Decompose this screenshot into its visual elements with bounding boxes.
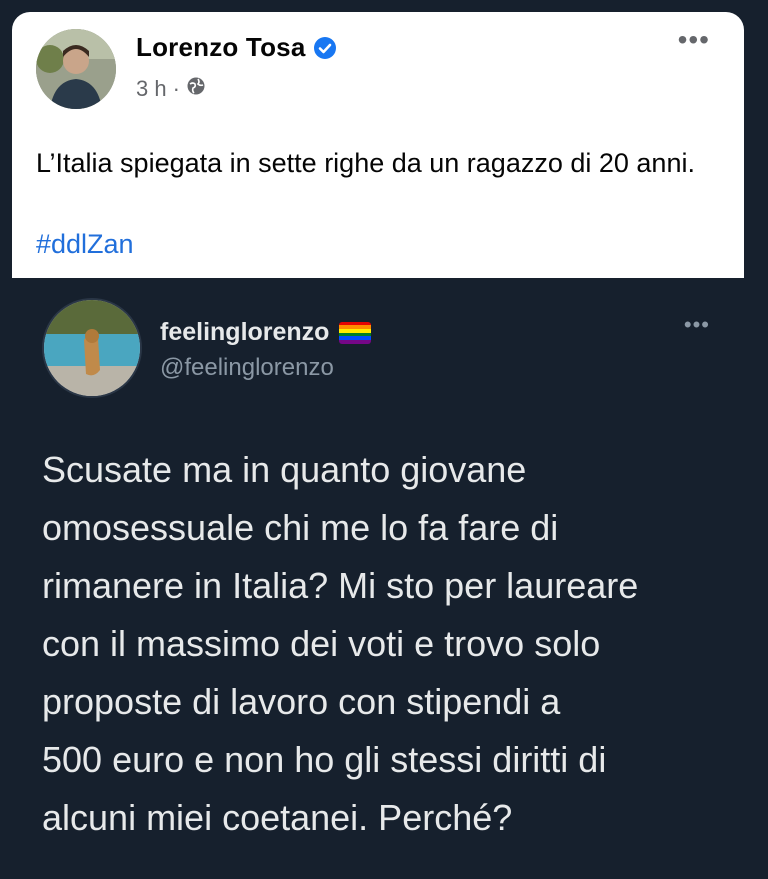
author-name-row: Lorenzo Tosa [136, 32, 337, 63]
tweet-name-row: feelinglorenzo [160, 318, 372, 347]
screenshot-page: Lorenzo Tosa 3 h · ••• L’Italia spiegata… [0, 0, 768, 879]
verified-badge-icon [313, 36, 337, 60]
post-time[interactable]: 3 h [136, 76, 167, 102]
facebook-post-card: Lorenzo Tosa 3 h · ••• L’Italia spiegata… [12, 12, 744, 278]
tweet-text: Scusate ma in quanto giovane omosessuale… [42, 449, 639, 838]
post-text: L’Italia spiegata in sette righe da un r… [36, 148, 695, 178]
tweet-more-options-button[interactable]: ••• [684, 314, 710, 336]
tweet-display-name[interactable]: feelinglorenzo [160, 318, 329, 347]
rainbow-flag-icon [339, 321, 372, 344]
post-more-options-button[interactable]: ••• [678, 26, 710, 54]
author-name[interactable]: Lorenzo Tosa [136, 32, 305, 63]
post-meta: 3 h · [136, 76, 206, 102]
hashtag-link[interactable]: #ddlZan [36, 225, 134, 263]
globe-icon [186, 76, 206, 102]
author-avatar[interactable] [36, 29, 116, 109]
tweet-handle[interactable]: @feelinglorenzo [160, 354, 334, 382]
meta-separator: · [172, 76, 180, 101]
tweet-author-avatar[interactable] [42, 298, 142, 398]
